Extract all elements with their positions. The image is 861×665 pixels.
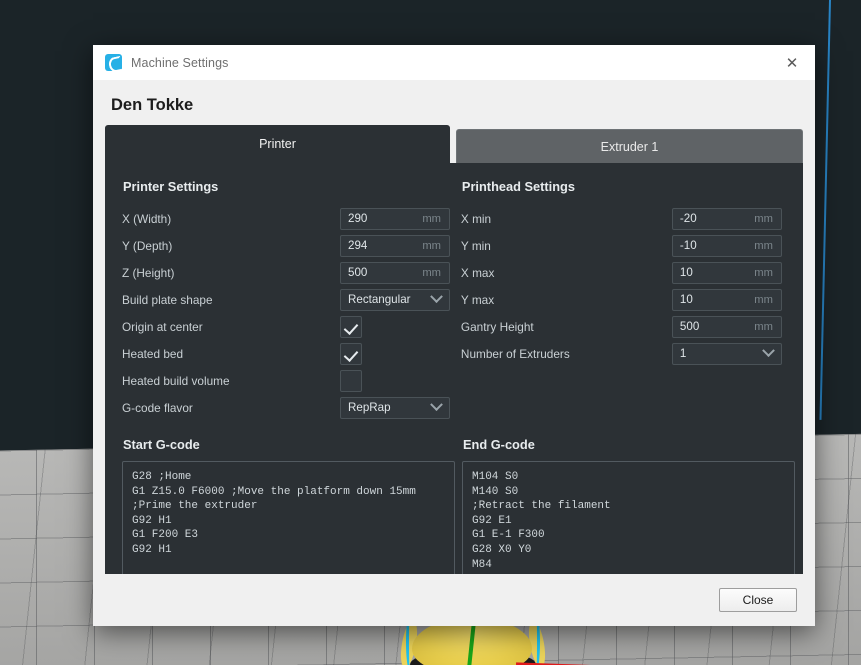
row-gantry-height: Gantry Height 500 mm	[461, 313, 786, 340]
settings-panel: Printer Settings X (Width) 290 mm Y (Dep…	[105, 163, 803, 574]
select-gcode-flavor[interactable]: RepRap	[340, 396, 450, 419]
row-x-width: X (Width) 290 mm	[122, 205, 454, 232]
gcode-section: Start G-code G28 ;Home G1 Z15.0 F6000 ;M…	[122, 437, 795, 574]
input-x-max[interactable]: 10 mm	[671, 261, 782, 284]
value-y-depth: 294	[348, 239, 368, 252]
row-z-height: Z (Height) 500 mm	[122, 259, 454, 286]
unit-y-max: mm	[754, 293, 773, 306]
select-build-plate-shape[interactable]: Rectangular	[340, 288, 450, 311]
unit-z-height: mm	[422, 266, 441, 279]
row-gcode-flavor: G-code flavor RepRap	[122, 394, 454, 421]
input-x-min[interactable]: -20 mm	[671, 207, 782, 230]
label-x-min: X min	[460, 211, 492, 226]
row-origin-at-center: Origin at center	[122, 313, 454, 340]
dialog-title: Machine Settings	[131, 55, 229, 70]
chevron-down-icon	[430, 398, 443, 412]
dialog-footer: Close	[93, 574, 815, 626]
row-y-max: Y max 10 mm	[461, 286, 786, 313]
cura-logo-icon	[105, 54, 122, 71]
input-gantry-height[interactable]: 500 mm	[671, 315, 782, 338]
start-gcode-textarea[interactable]: G28 ;Home G1 Z15.0 F6000 ;Move the platf…	[122, 461, 455, 574]
input-y-max[interactable]: 10 mm	[671, 288, 782, 311]
label-z-height: Z (Height)	[122, 265, 175, 280]
label-build-plate-shape: Build plate shape	[122, 292, 213, 307]
label-heated-build-volume: Heated build volume	[122, 373, 230, 388]
dialog-titlebar[interactable]: Machine Settings ✕	[93, 45, 815, 80]
value-x-min: -20	[679, 212, 697, 225]
select-number-of-extruders[interactable]: 1	[671, 342, 782, 365]
row-build-plate-shape: Build plate shape Rectangular	[122, 286, 454, 313]
unit-gantry-height: mm	[754, 320, 773, 333]
start-gcode-title: Start G-code	[123, 437, 200, 452]
label-gantry-height: Gantry Height	[460, 319, 534, 334]
value-gantry-height: 500	[679, 320, 700, 333]
label-y-min: Y min	[460, 238, 491, 253]
unit-x-width: mm	[422, 212, 441, 225]
checkbox-origin-at-center[interactable]	[340, 315, 362, 338]
value-number-of-extruders: 1	[679, 347, 687, 360]
end-gcode-column: End G-code M104 S0 M140 S0 ;Retract the …	[455, 437, 795, 574]
value-y-max: 10	[679, 293, 693, 306]
input-z-height[interactable]: 500 mm	[340, 261, 450, 284]
machine-name-heading: Den Tokke	[93, 80, 815, 125]
label-number-of-extruders: Number of Extruders	[460, 346, 570, 361]
row-x-max: X max 10 mm	[461, 259, 786, 286]
chevron-down-icon	[762, 344, 775, 358]
input-x-width[interactable]: 290 mm	[340, 207, 450, 230]
value-gcode-flavor: RepRap	[348, 401, 391, 414]
row-heated-bed: Heated bed	[122, 340, 454, 367]
machine-settings-dialog: Machine Settings ✕ Den Tokke Printer Ext…	[93, 45, 815, 626]
tab-extruder-1[interactable]: Extruder 1	[456, 129, 803, 163]
end-gcode-textarea[interactable]: M104 S0 M140 S0 ;Retract the filament G9…	[462, 461, 795, 574]
row-y-depth: Y (Depth) 294 mm	[122, 232, 454, 259]
chevron-down-icon	[430, 290, 443, 304]
value-z-height: 500	[348, 266, 368, 279]
start-gcode-column: Start G-code G28 ;Home G1 Z15.0 F6000 ;M…	[122, 437, 455, 574]
label-y-max: Y max	[460, 292, 495, 307]
input-y-depth[interactable]: 294 mm	[340, 234, 450, 257]
close-icon[interactable]: ✕	[775, 48, 809, 78]
label-origin-at-center: Origin at center	[122, 319, 203, 334]
label-x-width: X (Width)	[122, 211, 172, 226]
unit-x-max: mm	[754, 266, 773, 279]
value-y-min: -10	[679, 239, 697, 252]
label-heated-bed: Heated bed	[122, 346, 184, 361]
unit-y-depth: mm	[422, 239, 441, 252]
row-number-of-extruders: Number of Extruders 1	[461, 340, 786, 367]
row-heated-build-volume: Heated build volume	[122, 367, 454, 394]
unit-y-min: mm	[754, 239, 773, 252]
value-x-width: 290	[348, 212, 368, 225]
checkbox-heated-build-volume[interactable]	[340, 369, 362, 392]
end-gcode-title: End G-code	[463, 437, 535, 452]
tab-printer[interactable]: Printer	[105, 125, 450, 163]
close-button[interactable]: Close	[719, 588, 797, 612]
printer-settings-title: Printer Settings	[123, 179, 219, 194]
value-build-plate-shape: Rectangular	[348, 293, 411, 306]
printer-settings-column: Printer Settings X (Width) 290 mm Y (Dep…	[122, 177, 454, 421]
tab-bar: Printer Extruder 1	[93, 125, 815, 163]
checkbox-heated-bed[interactable]	[340, 342, 362, 365]
row-y-min: Y min -10 mm	[461, 232, 786, 259]
label-y-depth: Y (Depth)	[122, 238, 173, 253]
printhead-settings-column: Printhead Settings X min -20 mm Y min -1…	[454, 177, 786, 421]
value-x-max: 10	[679, 266, 693, 279]
settings-columns: Printer Settings X (Width) 290 mm Y (Dep…	[122, 177, 786, 421]
printhead-settings-title: Printhead Settings	[461, 179, 575, 194]
input-y-min[interactable]: -10 mm	[671, 234, 782, 257]
label-x-max: X max	[460, 265, 495, 280]
label-gcode-flavor: G-code flavor	[122, 400, 193, 415]
row-x-min: X min -20 mm	[461, 205, 786, 232]
unit-x-min: mm	[754, 212, 773, 225]
